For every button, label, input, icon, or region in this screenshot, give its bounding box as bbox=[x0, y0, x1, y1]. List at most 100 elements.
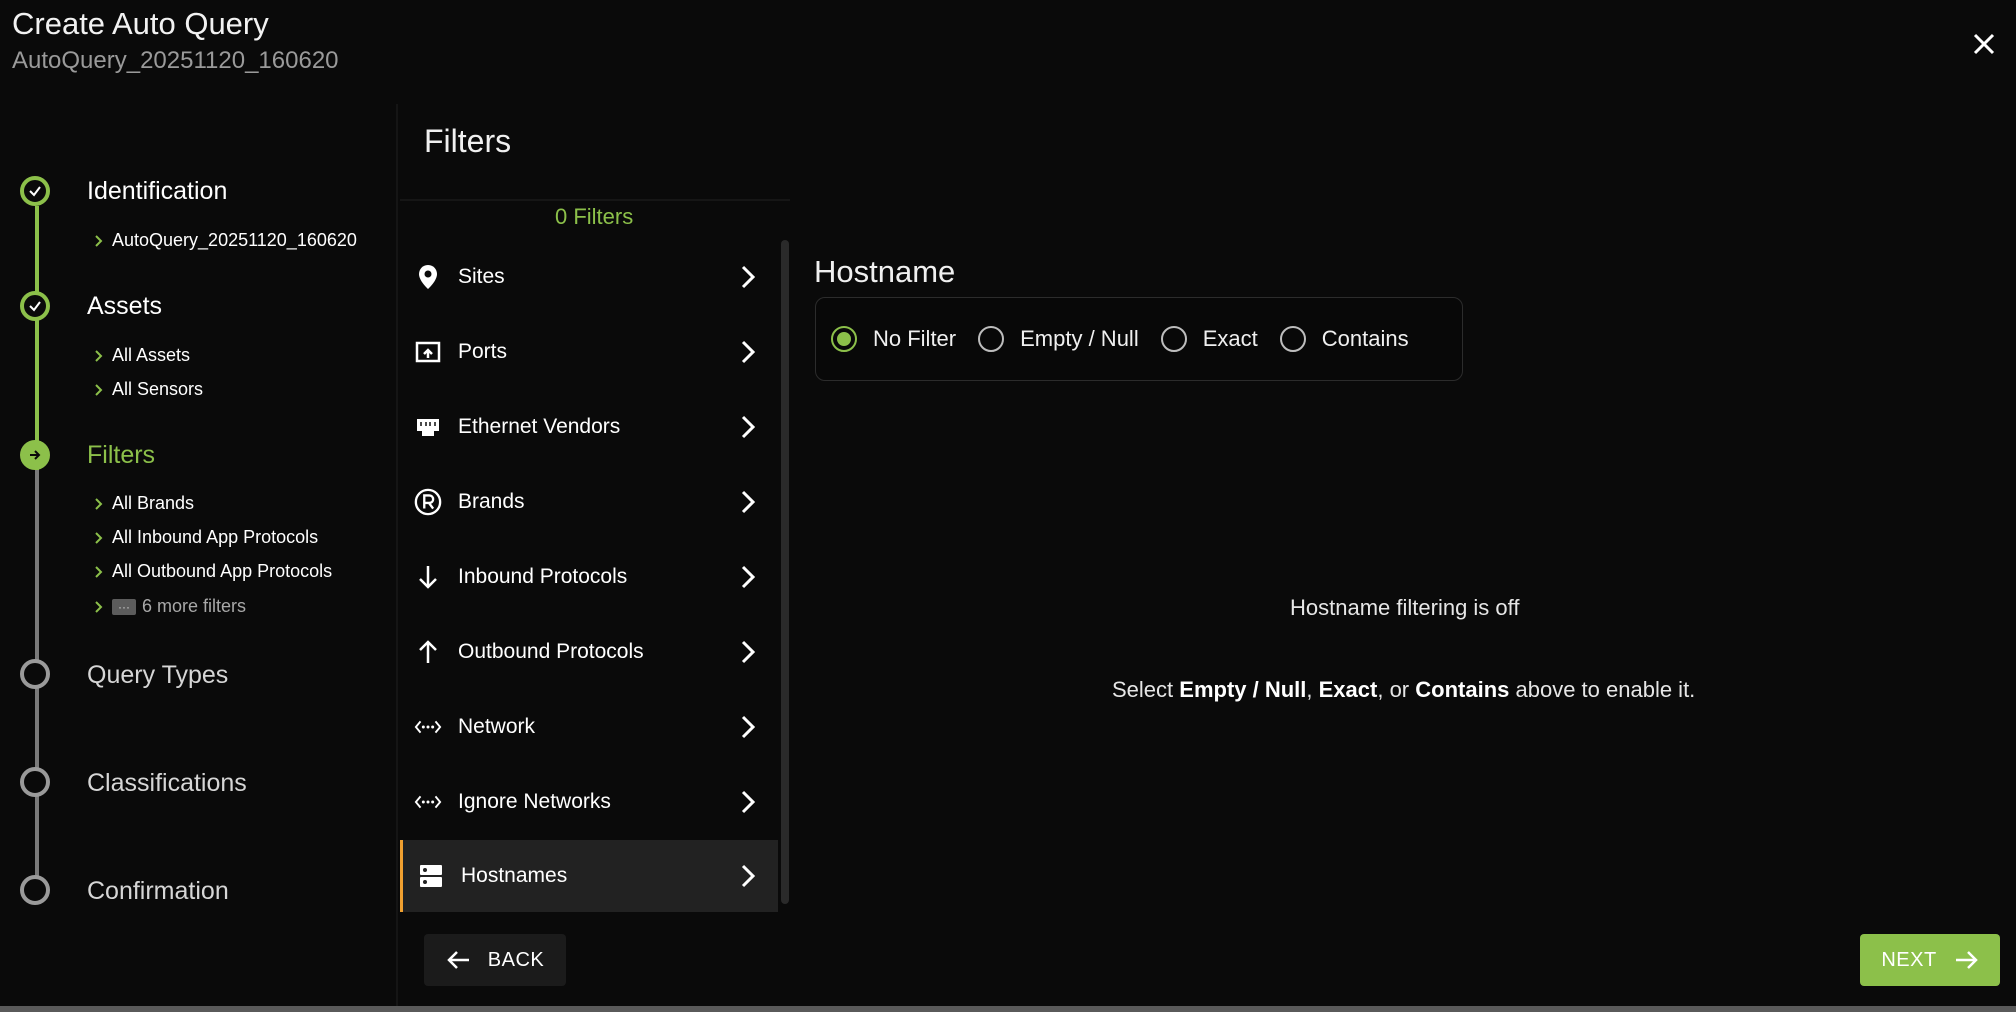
filters-heading: Filters bbox=[424, 123, 512, 159]
step-confirmation-circle bbox=[20, 875, 50, 905]
step-assets[interactable]: Assets bbox=[87, 292, 162, 321]
hint-text: , or bbox=[1377, 677, 1416, 702]
filters-summary-item[interactable]: All Outbound App Protocols bbox=[92, 561, 332, 582]
radio-label: Empty / Null bbox=[1020, 326, 1139, 351]
port-icon bbox=[414, 338, 442, 366]
window-bottom-edge bbox=[0, 1006, 2016, 1012]
chevron-right-icon bbox=[95, 383, 103, 396]
chevron-right-icon bbox=[741, 265, 756, 289]
filter-item-ignore-networks[interactable]: Ignore Networks bbox=[400, 766, 778, 838]
filter-list-scrollbar[interactable] bbox=[781, 240, 789, 904]
chevron-right-icon bbox=[741, 864, 756, 888]
filter-item-ethernet-vendors[interactable]: Ethernet Vendors bbox=[400, 391, 778, 463]
assets-summary-label: All Sensors bbox=[112, 379, 204, 399]
chevron-right-icon bbox=[95, 497, 103, 510]
arrow-right-icon bbox=[30, 450, 41, 460]
filters-more-item[interactable]: ··· 6 more filters bbox=[92, 596, 246, 617]
step-confirmation[interactable]: Confirmation bbox=[87, 877, 229, 906]
hint-text: Select bbox=[1112, 677, 1180, 702]
hint-option: Exact bbox=[1318, 677, 1378, 702]
stepper-rail-done bbox=[35, 206, 39, 470]
arrow-down-icon bbox=[414, 563, 442, 591]
radio-label: Exact bbox=[1202, 326, 1258, 351]
radio-no-filter[interactable]: No Filter bbox=[831, 326, 956, 352]
network-icon bbox=[414, 713, 442, 741]
filters-summary-label: All Inbound App Protocols bbox=[112, 527, 319, 547]
filter-item-label: Inbound Protocols bbox=[458, 565, 628, 588]
filters-summary-item[interactable]: All Brands bbox=[92, 493, 194, 514]
filter-item-label: Sites bbox=[458, 265, 505, 288]
filter-item-label: Hostnames bbox=[461, 864, 568, 887]
radio-button[interactable] bbox=[1160, 326, 1187, 352]
radio-button[interactable] bbox=[978, 326, 1005, 352]
step-identification-check bbox=[20, 176, 50, 206]
hint-text: above to enable it. bbox=[1509, 677, 1696, 702]
chevron-right-icon bbox=[741, 640, 756, 664]
chevron-right-icon bbox=[741, 340, 756, 364]
close-icon bbox=[1973, 33, 1995, 55]
filter-item-sites[interactable]: Sites bbox=[400, 241, 778, 313]
filter-item-label: Ethernet Vendors bbox=[458, 415, 621, 438]
filter-item-label: Outbound Protocols bbox=[458, 640, 644, 663]
radio-label: Contains bbox=[1321, 326, 1409, 351]
detail-title: Hostname bbox=[814, 254, 956, 289]
arrow-right-icon bbox=[1955, 951, 1978, 969]
check-icon bbox=[29, 186, 41, 197]
identification-summary-item[interactable]: AutoQuery_20251120_160620 bbox=[92, 230, 357, 251]
radio-button[interactable] bbox=[1279, 326, 1306, 352]
filters-summary-label: All Outbound App Protocols bbox=[112, 561, 333, 581]
filters-summary-label: All Brands bbox=[112, 493, 195, 513]
filter-item-hostnames[interactable]: Hostnames bbox=[400, 840, 778, 912]
assets-summary-label: All Assets bbox=[112, 345, 191, 365]
filter-item-network[interactable]: Network bbox=[400, 691, 778, 763]
filters-summary-item[interactable]: All Inbound App Protocols bbox=[92, 527, 318, 548]
hostname-filter-radio-group: No Filter Empty / Null Exact Contains bbox=[815, 297, 1463, 381]
filters-more-label: 6 more filters bbox=[142, 596, 247, 616]
filter-item-label: Brands bbox=[458, 490, 525, 513]
radio-button-checked[interactable] bbox=[831, 326, 857, 352]
filter-item-brands[interactable]: Brands bbox=[400, 466, 778, 538]
close-button[interactable] bbox=[1964, 24, 2004, 64]
enable-hint: Select Empty / Null, Exact, or Contains … bbox=[1112, 677, 1695, 703]
next-button[interactable]: NEXT bbox=[1860, 934, 2000, 986]
hint-text: , bbox=[1306, 677, 1319, 702]
filter-count: 0 Filters bbox=[555, 204, 634, 229]
arrow-up-icon bbox=[414, 638, 442, 666]
filter-item-outbound-protocols[interactable]: Outbound Protocols bbox=[400, 616, 778, 688]
assets-summary-item[interactable]: All Assets bbox=[92, 345, 190, 366]
step-filters-current bbox=[20, 440, 50, 470]
chevron-right-icon bbox=[741, 715, 756, 739]
panel-divider bbox=[396, 104, 398, 1012]
filter-item-label: Ports bbox=[458, 340, 508, 363]
list-divider bbox=[400, 199, 790, 201]
chevron-right-icon bbox=[741, 565, 756, 589]
back-button[interactable]: BACK bbox=[424, 934, 566, 986]
step-classifications-circle bbox=[20, 767, 50, 797]
step-classifications[interactable]: Classifications bbox=[87, 769, 247, 798]
chevron-right-icon bbox=[741, 790, 756, 814]
radio-empty-null[interactable]: Empty / Null bbox=[978, 326, 1139, 352]
network-icon bbox=[414, 788, 442, 816]
check-icon bbox=[29, 301, 41, 312]
chevron-right-icon bbox=[95, 349, 103, 362]
filter-item-ports[interactable]: Ports bbox=[400, 316, 778, 388]
more-tag-icon: ··· bbox=[112, 598, 136, 615]
page-subtitle: AutoQuery_20251120_160620 bbox=[12, 47, 339, 74]
step-assets-check bbox=[20, 291, 50, 321]
chevron-right-icon bbox=[95, 565, 103, 578]
step-identification[interactable]: Identification bbox=[87, 177, 227, 206]
identification-summary-label: AutoQuery_20251120_160620 bbox=[112, 230, 357, 250]
radio-exact[interactable]: Exact bbox=[1160, 326, 1258, 352]
radio-label: No Filter bbox=[873, 326, 957, 351]
radio-contains[interactable]: Contains bbox=[1279, 326, 1409, 352]
chevron-right-icon bbox=[95, 600, 103, 613]
step-query-types[interactable]: Query Types bbox=[87, 661, 228, 690]
assets-summary-item[interactable]: All Sensors bbox=[92, 379, 203, 400]
filter-item-inbound-protocols[interactable]: Inbound Protocols bbox=[400, 541, 778, 613]
server-icon bbox=[417, 862, 445, 890]
filter-item-label: Ignore Networks bbox=[458, 790, 611, 813]
page-title: Create Auto Query bbox=[12, 6, 269, 41]
chevron-right-icon bbox=[741, 490, 756, 514]
step-filters[interactable]: Filters bbox=[87, 441, 155, 470]
filter-item-label: Network bbox=[458, 715, 536, 738]
